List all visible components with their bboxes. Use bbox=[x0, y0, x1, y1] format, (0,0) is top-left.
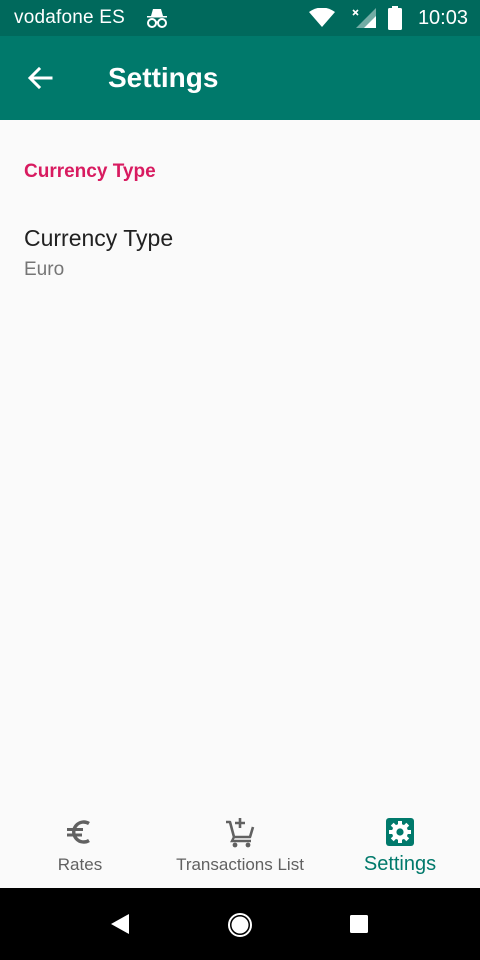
wifi-icon bbox=[309, 8, 335, 27]
preference-category-title: Currency Type bbox=[24, 161, 156, 182]
signal-icon bbox=[352, 8, 376, 28]
nav-recent-icon[interactable] bbox=[350, 915, 368, 933]
page-title: Settings bbox=[108, 62, 219, 93]
app-bar: Settings bbox=[0, 36, 480, 120]
system-navigation-bar bbox=[0, 888, 480, 960]
status-time: 10:03 bbox=[417, 7, 468, 29]
nav-item-settings[interactable]: Settings bbox=[320, 800, 480, 888]
incognito-icon bbox=[147, 9, 167, 28]
nav-item-transactions-list[interactable]: Transactions List bbox=[160, 800, 320, 888]
nav-back-icon[interactable] bbox=[108, 912, 130, 936]
currency-type-preference[interactable]: Currency Type Euro bbox=[0, 210, 480, 300]
arrow-back-icon[interactable] bbox=[24, 62, 56, 94]
status-bar: vodafone ES 10:03 bbox=[0, 0, 480, 36]
euro-icon bbox=[67, 820, 90, 844]
bottom-navigation: Rates Transactions List Settings bbox=[0, 800, 480, 888]
nav-item-rates[interactable]: Rates bbox=[0, 800, 160, 888]
nav-home-icon[interactable] bbox=[227, 912, 253, 938]
nav-label-transactions-list: Transactions List bbox=[176, 855, 304, 874]
settings-list: Currency Type Currency Type Euro bbox=[0, 120, 480, 800]
nav-label-rates: Rates bbox=[57, 855, 103, 874]
settings-gear-icon bbox=[386, 818, 414, 846]
nav-label-settings: Settings bbox=[363, 853, 437, 875]
cart-add-icon bbox=[226, 818, 255, 848]
carrier-name: vodafone ES bbox=[14, 7, 126, 28]
battery-icon bbox=[388, 6, 402, 30]
preference-title: Currency Type bbox=[24, 225, 174, 251]
preference-summary: Euro bbox=[24, 259, 65, 280]
